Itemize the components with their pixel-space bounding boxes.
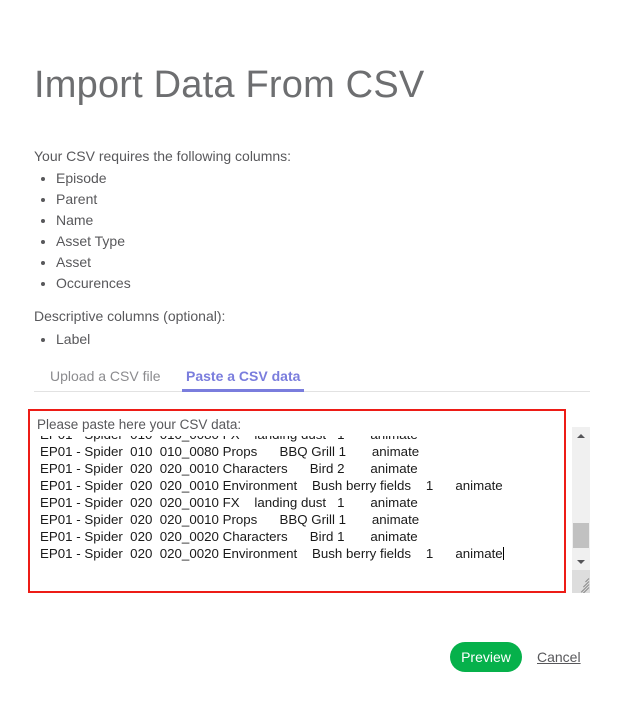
csv-textarea-content[interactable]: EP01 - Spider 010 010_0080 FX landing du… xyxy=(40,436,504,562)
cancel-link[interactable]: Cancel xyxy=(537,649,581,665)
optional-column-label: Label xyxy=(56,331,91,347)
required-column-label: Occurences xyxy=(56,275,131,291)
list-item: Parent xyxy=(34,189,131,210)
required-column-label: Episode xyxy=(56,170,107,186)
required-column-label: Parent xyxy=(56,191,98,207)
required-column-label: Asset xyxy=(56,254,92,270)
optional-columns-list: Label xyxy=(34,329,90,350)
scrollbar-thumb[interactable] xyxy=(573,523,589,548)
page-title: Import Data From CSV xyxy=(34,64,425,107)
chevron-down-icon xyxy=(577,559,585,564)
tab-upload-a-csv-file[interactable]: Upload a CSV file xyxy=(50,366,161,392)
required-columns-list: Episode Parent Name Asset Type Asset Occ… xyxy=(34,168,131,294)
tab-paste-a-csv-data[interactable]: Paste a CSV data xyxy=(182,366,305,392)
paste-csv-panel: Please paste here your CSV data: EP01 - … xyxy=(28,409,566,593)
scroll-up-button[interactable] xyxy=(572,427,590,444)
list-item: Name xyxy=(34,210,131,231)
list-item: Asset Type xyxy=(34,231,131,252)
resize-handle-icon[interactable] xyxy=(572,570,590,593)
list-item: Episode xyxy=(34,168,131,189)
tab-bar: Upload a CSV file Paste a CSV data xyxy=(34,366,590,392)
chevron-up-icon xyxy=(577,433,585,438)
preview-button[interactable]: Preview xyxy=(450,642,522,672)
list-item: Label xyxy=(34,329,90,350)
paste-csv-label: Please paste here your CSV data: xyxy=(37,417,242,432)
text-cursor xyxy=(502,547,504,560)
optional-columns-heading: Descriptive columns (optional): xyxy=(34,308,226,324)
required-column-label: Name xyxy=(56,212,94,228)
csv-textarea[interactable]: EP01 - Spider 010 010_0080 FX landing du… xyxy=(34,436,562,588)
required-columns-intro: Your CSV requires the following columns: xyxy=(34,148,292,164)
csv-textarea-scrollbar[interactable] xyxy=(572,427,590,593)
required-column-label: Asset Type xyxy=(56,233,126,249)
list-item: Asset xyxy=(34,252,131,273)
list-item: Occurences xyxy=(34,273,131,294)
scroll-down-button[interactable] xyxy=(572,553,590,570)
